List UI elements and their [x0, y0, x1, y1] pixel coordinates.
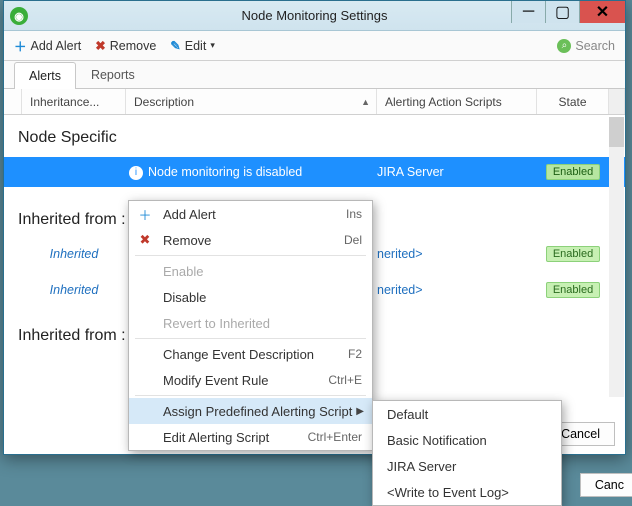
maximize-button[interactable]: ▢ [545, 1, 579, 23]
ctx-edit-shortcut: Ctrl+Enter [308, 430, 362, 444]
plus-icon: ＋ [137, 205, 153, 224]
titlebar: ◉ Node Monitoring Settings ─ ▢ ✕ [4, 1, 625, 31]
remove-button[interactable]: ✖ Remove [95, 38, 156, 53]
ctx-remove[interactable]: ✖ Remove Del [129, 227, 372, 253]
row-action: nerited> [377, 247, 537, 261]
ctx-enable: Enable [129, 258, 372, 284]
ctx-modify-shortcut: Ctrl+E [328, 373, 362, 387]
edit-label: Edit [185, 39, 207, 53]
state-badge: Enabled [546, 246, 600, 262]
separator [135, 395, 366, 396]
tab-reports[interactable]: Reports [76, 61, 150, 88]
ctx-modify-rule[interactable]: Modify Event Rule Ctrl+E [129, 367, 372, 393]
assign-script-submenu: Default Basic Notification JIRA Server <… [372, 400, 562, 506]
ctx-remove-label: Remove [163, 233, 211, 248]
ctx-disable-label: Disable [163, 290, 206, 305]
ctx-add-alert[interactable]: ＋ Add Alert Ins [129, 201, 372, 227]
close-button[interactable]: ✕ [579, 1, 625, 23]
submenu-write-event-log[interactable]: <Write to Event Log> [373, 479, 561, 505]
edit-dropdown[interactable]: ✎ Edit ▾ [170, 38, 215, 53]
col-description-label: Description [134, 95, 194, 109]
ctx-enable-label: Enable [163, 264, 203, 279]
state-badge: Enabled [546, 282, 600, 298]
tab-alerts[interactable]: Alerts [14, 62, 76, 89]
table-row[interactable]: i Node monitoring is disabled JIRA Serve… [4, 157, 625, 187]
ctx-edit-label: Edit Alerting Script [163, 430, 269, 445]
search-box[interactable]: ⌕ Search [557, 39, 615, 53]
ctx-assign-label: Assign Predefined Alerting Script [163, 404, 352, 419]
ctx-disable[interactable]: Disable [129, 284, 372, 310]
separator [135, 338, 366, 339]
search-icon: ⌕ [557, 39, 571, 53]
ctx-edit-script[interactable]: Edit Alerting Script Ctrl+Enter [129, 424, 372, 450]
ctx-change-desc[interactable]: Change Event Description F2 [129, 341, 372, 367]
remove-label: Remove [110, 39, 157, 53]
ctx-add-shortcut: Ins [346, 207, 362, 221]
ctx-assign-script[interactable]: Assign Predefined Alerting Script ▶ [129, 398, 372, 424]
submenu-jira-server[interactable]: JIRA Server [373, 453, 561, 479]
pencil-icon: ✎ [170, 38, 180, 53]
minimize-button[interactable]: ─ [511, 1, 545, 23]
col-expand[interactable] [4, 89, 22, 114]
ctx-modify-label: Modify Event Rule [163, 373, 269, 388]
submenu-default[interactable]: Default [373, 401, 561, 427]
col-inheritance[interactable]: Inheritance... [22, 89, 126, 114]
sort-asc-icon: ▲ [361, 97, 370, 107]
ctx-remove-shortcut: Del [344, 233, 362, 247]
chevron-right-icon: ▶ [356, 406, 364, 417]
window-title: Node Monitoring Settings [242, 8, 388, 23]
app-icon: ◉ [10, 7, 28, 25]
search-placeholder: Search [575, 39, 615, 53]
add-alert-label: Add Alert [31, 39, 82, 53]
x-icon: ✖ [95, 38, 105, 53]
outer-cancel-button[interactable]: Canc [580, 473, 632, 497]
grid-header: Inheritance... Description ▲ Alerting Ac… [4, 89, 625, 115]
plus-icon: ＋ [14, 36, 27, 55]
col-scroll-gutter [609, 89, 625, 114]
ctx-change-shortcut: F2 [348, 347, 362, 361]
col-description[interactable]: Description ▲ [126, 89, 377, 114]
toolbar: ＋ Add Alert ✖ Remove ✎ Edit ▾ ⌕ Search [4, 31, 625, 61]
group-node-specific: Node Specific [4, 115, 625, 157]
add-alert-button[interactable]: ＋ Add Alert [14, 36, 81, 55]
scrollbar-thumb[interactable] [609, 117, 624, 147]
col-action[interactable]: Alerting Action Scripts [377, 89, 537, 114]
state-badge: Enabled [546, 164, 600, 180]
tab-strip: Alerts Reports [4, 61, 625, 89]
chevron-down-icon: ▾ [210, 40, 215, 51]
row-description: Node monitoring is disabled [146, 165, 377, 179]
submenu-basic-notification[interactable]: Basic Notification [373, 427, 561, 453]
window-buttons: ─ ▢ ✕ [511, 1, 625, 23]
row-inheritance: Inherited [22, 283, 126, 297]
col-state[interactable]: State [537, 89, 609, 114]
ctx-revert: Revert to Inherited [129, 310, 372, 336]
separator [135, 255, 366, 256]
ctx-change-label: Change Event Description [163, 347, 314, 362]
row-action: JIRA Server [377, 165, 537, 179]
info-icon: i [129, 166, 143, 180]
row-inheritance: Inherited [22, 247, 126, 261]
ctx-revert-label: Revert to Inherited [163, 316, 270, 331]
vertical-scrollbar[interactable] [609, 117, 624, 397]
row-action: nerited> [377, 283, 537, 297]
ctx-add-label: Add Alert [163, 207, 216, 222]
x-icon: ✖ [137, 232, 153, 248]
context-menu: ＋ Add Alert Ins ✖ Remove Del Enable Disa… [128, 200, 373, 451]
